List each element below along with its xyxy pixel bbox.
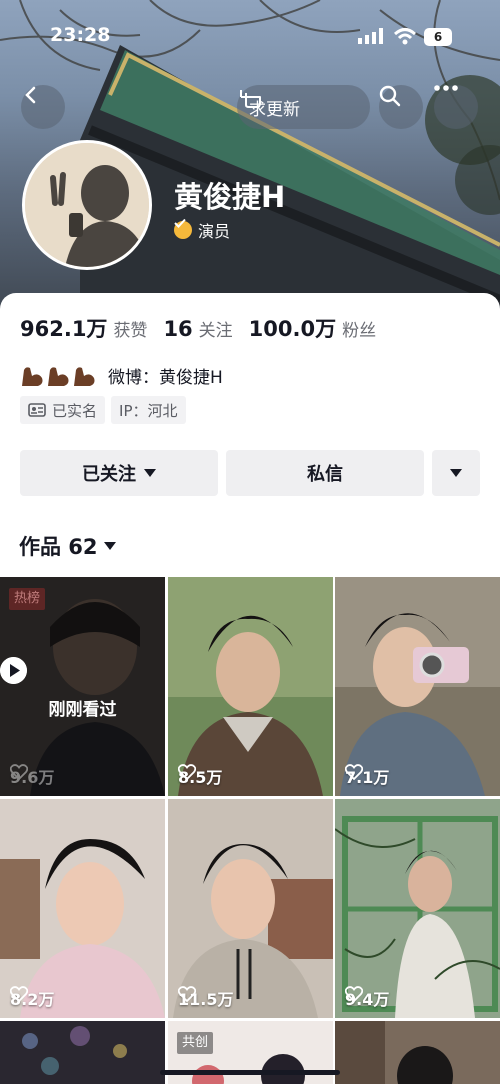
recommend-dropdown-button[interactable] xyxy=(432,450,480,496)
trending-badge: 热榜 xyxy=(9,588,46,610)
verified-badge-icon xyxy=(174,218,192,239)
heart-icon xyxy=(178,986,196,1002)
followed-label: 已关注 xyxy=(82,464,136,485)
video-tile[interactable] xyxy=(335,1021,500,1084)
video-tile[interactable]: 9.4万 xyxy=(335,799,500,1018)
request-update-button[interactable]: 求更新 xyxy=(237,85,370,129)
status-time: 23:28 xyxy=(50,24,111,46)
heart-icon xyxy=(345,764,363,780)
profile-tags: 已实名 IP：河北 xyxy=(20,396,186,424)
message-button[interactable]: 私信 xyxy=(226,450,424,496)
message-label: 私信 xyxy=(307,464,343,485)
works-tab[interactable]: 作品 62 xyxy=(19,531,116,561)
action-buttons: 已关注 私信 xyxy=(20,450,480,496)
avatar[interactable] xyxy=(22,140,152,270)
profile-name: 黄俊捷H xyxy=(174,180,286,214)
verification-row: 演员 xyxy=(174,218,230,242)
real-name-tag: 已实名 xyxy=(20,396,106,424)
video-likes: 9.4万 xyxy=(345,986,389,1010)
video-tile[interactable]: 7.1万 xyxy=(335,577,500,796)
flexed-arms-icon xyxy=(22,366,95,386)
wifi-icon xyxy=(393,28,417,45)
video-tile[interactable]: 8.2万 xyxy=(0,799,165,1018)
heart-icon xyxy=(10,986,28,1002)
video-likes: 8.2万 xyxy=(10,986,54,1010)
caret-down-icon xyxy=(103,542,116,550)
following-count[interactable]: 16 xyxy=(163,317,192,341)
avatar-silhouette-image xyxy=(25,143,149,267)
real-name-label: 已实名 xyxy=(52,401,98,420)
video-likes: 9.6万 xyxy=(10,764,54,788)
likes-count: 962.1万 xyxy=(20,317,108,341)
followed-button[interactable]: 已关注 xyxy=(20,450,218,496)
video-likes: 7.1万 xyxy=(345,764,389,788)
back-button[interactable] xyxy=(21,85,65,129)
video-likes: 11.5万 xyxy=(178,986,233,1010)
search-icon xyxy=(379,85,401,107)
more-dots-icon xyxy=(434,85,458,91)
heart-icon xyxy=(178,764,196,780)
video-tile[interactable]: 热榜 刚刚看过 9.6万 xyxy=(0,577,165,796)
recently-watched-label: 刚刚看过 xyxy=(48,700,117,720)
home-indicator[interactable] xyxy=(160,1070,340,1075)
heart-icon xyxy=(345,986,363,1002)
poke-hand-icon xyxy=(240,90,261,108)
ip-location-label: IP：河北 xyxy=(119,401,178,420)
followers-count[interactable]: 100.0万 xyxy=(249,313,336,343)
search-button[interactable] xyxy=(379,85,423,129)
collab-badge: 共创 xyxy=(177,1032,214,1054)
video-tile[interactable] xyxy=(0,1021,165,1084)
id-card-icon xyxy=(28,403,46,417)
caret-down-icon xyxy=(144,469,156,477)
weibo-text: 微博：黄俊捷H xyxy=(108,368,223,388)
ip-location-tag: IP：河北 xyxy=(111,396,186,424)
more-options-button[interactable] xyxy=(434,85,478,129)
profile-stats: 962.1万 获赞 16 关注 100.0万 粉丝 xyxy=(20,313,392,343)
works-label: 作品 62 xyxy=(19,535,98,559)
likes-label: 获赞 xyxy=(113,321,148,341)
video-thumbnail xyxy=(335,1021,500,1084)
video-tile[interactable]: 8.5万 xyxy=(168,577,333,796)
battery-indicator: 6 xyxy=(424,28,452,46)
following-label[interactable]: 关注 xyxy=(199,316,233,341)
play-icon xyxy=(0,657,27,684)
back-arrow-icon xyxy=(25,86,36,104)
followers-label[interactable]: 粉丝 xyxy=(342,316,376,341)
video-likes: 8.5万 xyxy=(178,764,222,788)
heart-icon xyxy=(10,764,28,780)
video-thumbnail xyxy=(0,1021,165,1084)
verification-label: 演员 xyxy=(198,222,231,241)
caret-down-icon xyxy=(450,469,462,477)
video-tile[interactable]: 11.5万 xyxy=(168,799,333,1018)
cellular-signal-icon xyxy=(358,28,383,44)
bio-weibo: 微博：黄俊捷H xyxy=(20,363,223,388)
status-bar: 23:28 6 xyxy=(0,24,500,52)
profile-header-background: 23:28 6 求更新 黄俊捷H 演员 xyxy=(0,0,500,320)
